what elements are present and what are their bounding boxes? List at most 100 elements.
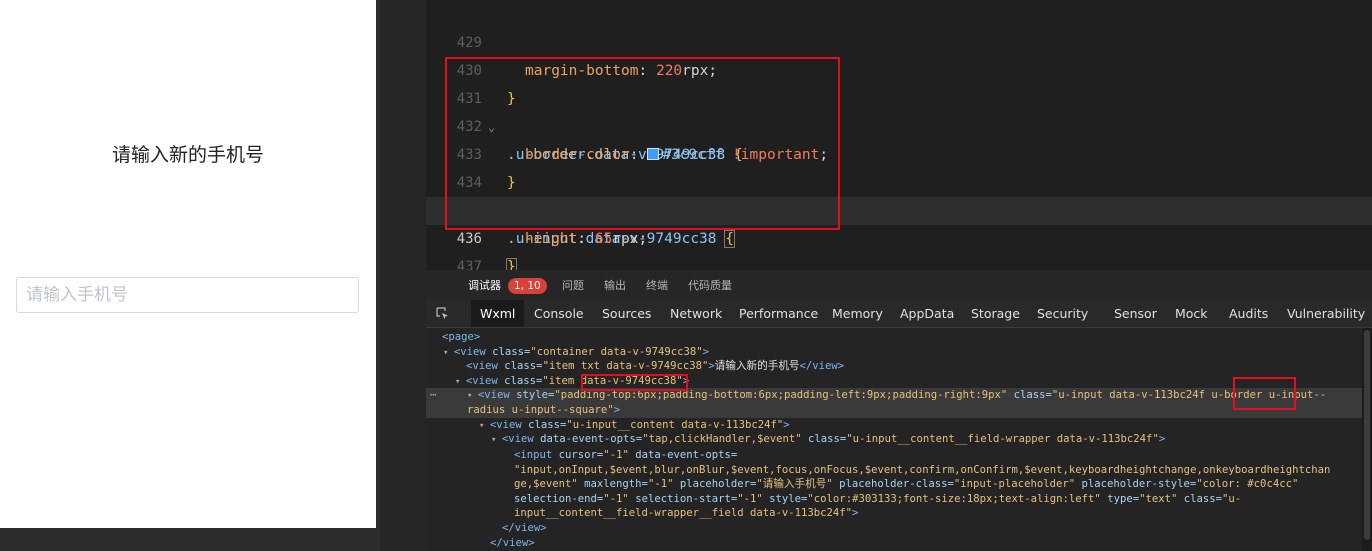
wxml-attr: class=	[504, 374, 543, 387]
wxml-tag: >	[1158, 433, 1166, 446]
wxml-value: "-1"	[737, 492, 763, 505]
wxml-attr: cursor=	[558, 449, 604, 461]
wxml-attr: class=	[492, 345, 531, 358]
wxml-value: "color: #c0c4cc"	[1196, 478, 1299, 491]
wxml-tag: <view	[477, 389, 517, 402]
devtools-tabs: Wxml Console Sources Network Performance…	[426, 300, 1372, 328]
wxml-node-continued: input__content__field-wrapper__field dat…	[514, 506, 1362, 521]
wxml-tag: <view	[501, 433, 541, 446]
wxml-tag: <view	[453, 345, 493, 358]
wxml-tag: >	[613, 404, 621, 416]
wxml-value: ge,$event"	[514, 478, 578, 491]
wxml-attr: class=	[528, 418, 567, 431]
tab-vulnerability[interactable]: Vulnerability	[1287, 300, 1365, 327]
tab-storage[interactable]: Storage	[971, 300, 1020, 327]
tab-audits[interactable]: Audits	[1229, 300, 1268, 327]
error-count-badge: 1, 10	[508, 278, 547, 294]
wxml-node[interactable]: <page>	[442, 330, 1362, 345]
wxml-value: input__content__field-wrapper__field dat…	[514, 507, 853, 520]
tab-output[interactable]: 输出	[604, 270, 626, 300]
tab-code-quality[interactable]: 代码质量	[688, 270, 732, 300]
wxml-node[interactable]: ▾ <view class="container data-v-9749cc38…	[443, 345, 1362, 360]
wxml-value: "-1"	[603, 492, 629, 505]
wxml-value: "请输入手机号"	[756, 478, 833, 491]
tab-network[interactable]: Network	[670, 300, 722, 327]
wxml-value: "container data-v-9749cc38"	[530, 345, 703, 358]
tab-sensor[interactable]: Sensor	[1114, 300, 1157, 327]
wxml-attr: class=	[1177, 492, 1223, 505]
panel-gap	[380, 0, 426, 551]
wxml-value: "input,onInput,$event,blur,onBlur,$event…	[514, 463, 1331, 476]
tab-console[interactable]: Console	[534, 300, 584, 327]
wxml-value: "u-input data-v-113bc24f	[1051, 389, 1212, 402]
expand-arrow-icon[interactable]: ▾	[467, 391, 478, 401]
tab-appdata[interactable]: AppData	[900, 300, 954, 327]
annotation-highlight-box	[445, 57, 840, 230]
wxml-value: "padding-top:6px;padding-bottom:6px;padd…	[554, 389, 1008, 402]
tab-sources[interactable]: Sources	[602, 300, 651, 327]
wxml-node-selected[interactable]: ⋯ ▾ <view style="padding-top:6px;padding-…	[426, 388, 1362, 403]
wxml-attr: style=	[516, 389, 555, 402]
tab-debugger[interactable]: 调试器	[468, 270, 501, 300]
wxml-node[interactable]: <input cursor="-1" data-event-opts=	[514, 448, 1362, 463]
wxml-value: "-1"	[603, 449, 629, 461]
wxml-node-selected-continued[interactable]: radius u-input--square">	[426, 403, 1362, 418]
wxml-attr: type=	[1100, 492, 1140, 505]
wxml-tag: </view>	[799, 360, 845, 373]
wxml-value: "item	[542, 374, 581, 387]
simulator-bottom-bar	[0, 528, 376, 551]
wxml-tag: >	[852, 507, 859, 520]
more-icon[interactable]: ⋯	[430, 388, 436, 403]
element-inspect-icon[interactable]	[436, 307, 449, 320]
wxml-value: "tap,clickHandler,$event"	[642, 433, 802, 446]
expand-arrow-icon[interactable]: ▾	[443, 348, 454, 358]
wxml-node[interactable]: ▾ <view class="u-input__content data-v-1…	[479, 418, 1362, 433]
wxml-tag: <page>	[442, 331, 481, 343]
wxml-value: "u-	[1222, 492, 1242, 505]
wxml-node[interactable]: ▾ <view data-event-opts="tap,clickHandle…	[491, 432, 1362, 447]
wxml-attr: class=	[1007, 389, 1052, 402]
code-line: 438	[426, 253, 1372, 270]
wxml-tree[interactable]: <page> ▾ <view class="container data-v-9…	[426, 328, 1362, 551]
wxml-attr: data-event-opts=	[628, 449, 738, 461]
wxml-tag: <view	[466, 360, 505, 373]
wxml-tag: </view>	[490, 536, 535, 549]
wxml-node-continued: "input,onInput,$event,blur,onBlur,$event…	[514, 463, 1362, 478]
wxml-value: "color:#303133;font-size:18px;text-align…	[807, 492, 1101, 505]
wxml-value: "-1"	[647, 478, 674, 491]
wxml-text: 请输入新的手机号	[714, 360, 800, 373]
wxml-tag: <view	[465, 374, 505, 387]
phone-simulator: 请输入新的手机号	[0, 0, 376, 528]
tab-wxml[interactable]: Wxml	[471, 300, 525, 327]
expand-arrow-icon[interactable]: ▾	[455, 377, 466, 387]
expand-arrow-icon[interactable]: ▾	[479, 421, 490, 431]
wxml-node-close[interactable]: </view>	[490, 536, 1362, 551]
tab-memory[interactable]: Memory	[832, 300, 883, 327]
wxml-attr: placeholder=	[673, 478, 757, 491]
code-line: 429 margin-bottom: 220rpx;	[426, 1, 1372, 79]
wxml-tag: <input	[514, 449, 559, 461]
tab-terminal[interactable]: 终端	[646, 270, 668, 300]
expand-arrow-icon[interactable]: ▾	[491, 435, 502, 445]
page-title: 请输入新的手机号	[111, 144, 264, 166]
wxml-tag: </view>	[502, 522, 547, 534]
wxml-value: "text"	[1139, 492, 1178, 505]
phone-input-box[interactable]	[16, 277, 359, 313]
wxml-attr: selection-start=	[628, 492, 738, 505]
tab-problems[interactable]: 问题	[562, 270, 584, 300]
annotation-highlight-box	[581, 374, 688, 391]
wxml-attr: style=	[762, 492, 808, 505]
phone-number-input[interactable]	[17, 278, 358, 312]
tab-security[interactable]: Security	[1037, 300, 1088, 327]
annotation-highlight-box	[1233, 377, 1296, 410]
tab-performance[interactable]: Performance	[739, 300, 818, 327]
tab-mock[interactable]: Mock	[1175, 300, 1208, 327]
wxml-value: "input-placeholder"	[953, 478, 1076, 491]
debug-panel-tabs: 调试器 1, 10 问题 输出 终端 代码质量	[426, 270, 1372, 301]
wxml-attr: class=	[504, 360, 543, 373]
wxml-node-close[interactable]: </view>	[502, 521, 1362, 536]
wxml-tag: <view	[489, 418, 529, 431]
wxml-scrollbar-thumb[interactable]	[1364, 330, 1370, 540]
wxml-value: "u-input__content data-v-113bc24f"	[566, 418, 784, 431]
wxml-node[interactable]: <view class="item txt data-v-9749cc38">请…	[466, 359, 1362, 374]
